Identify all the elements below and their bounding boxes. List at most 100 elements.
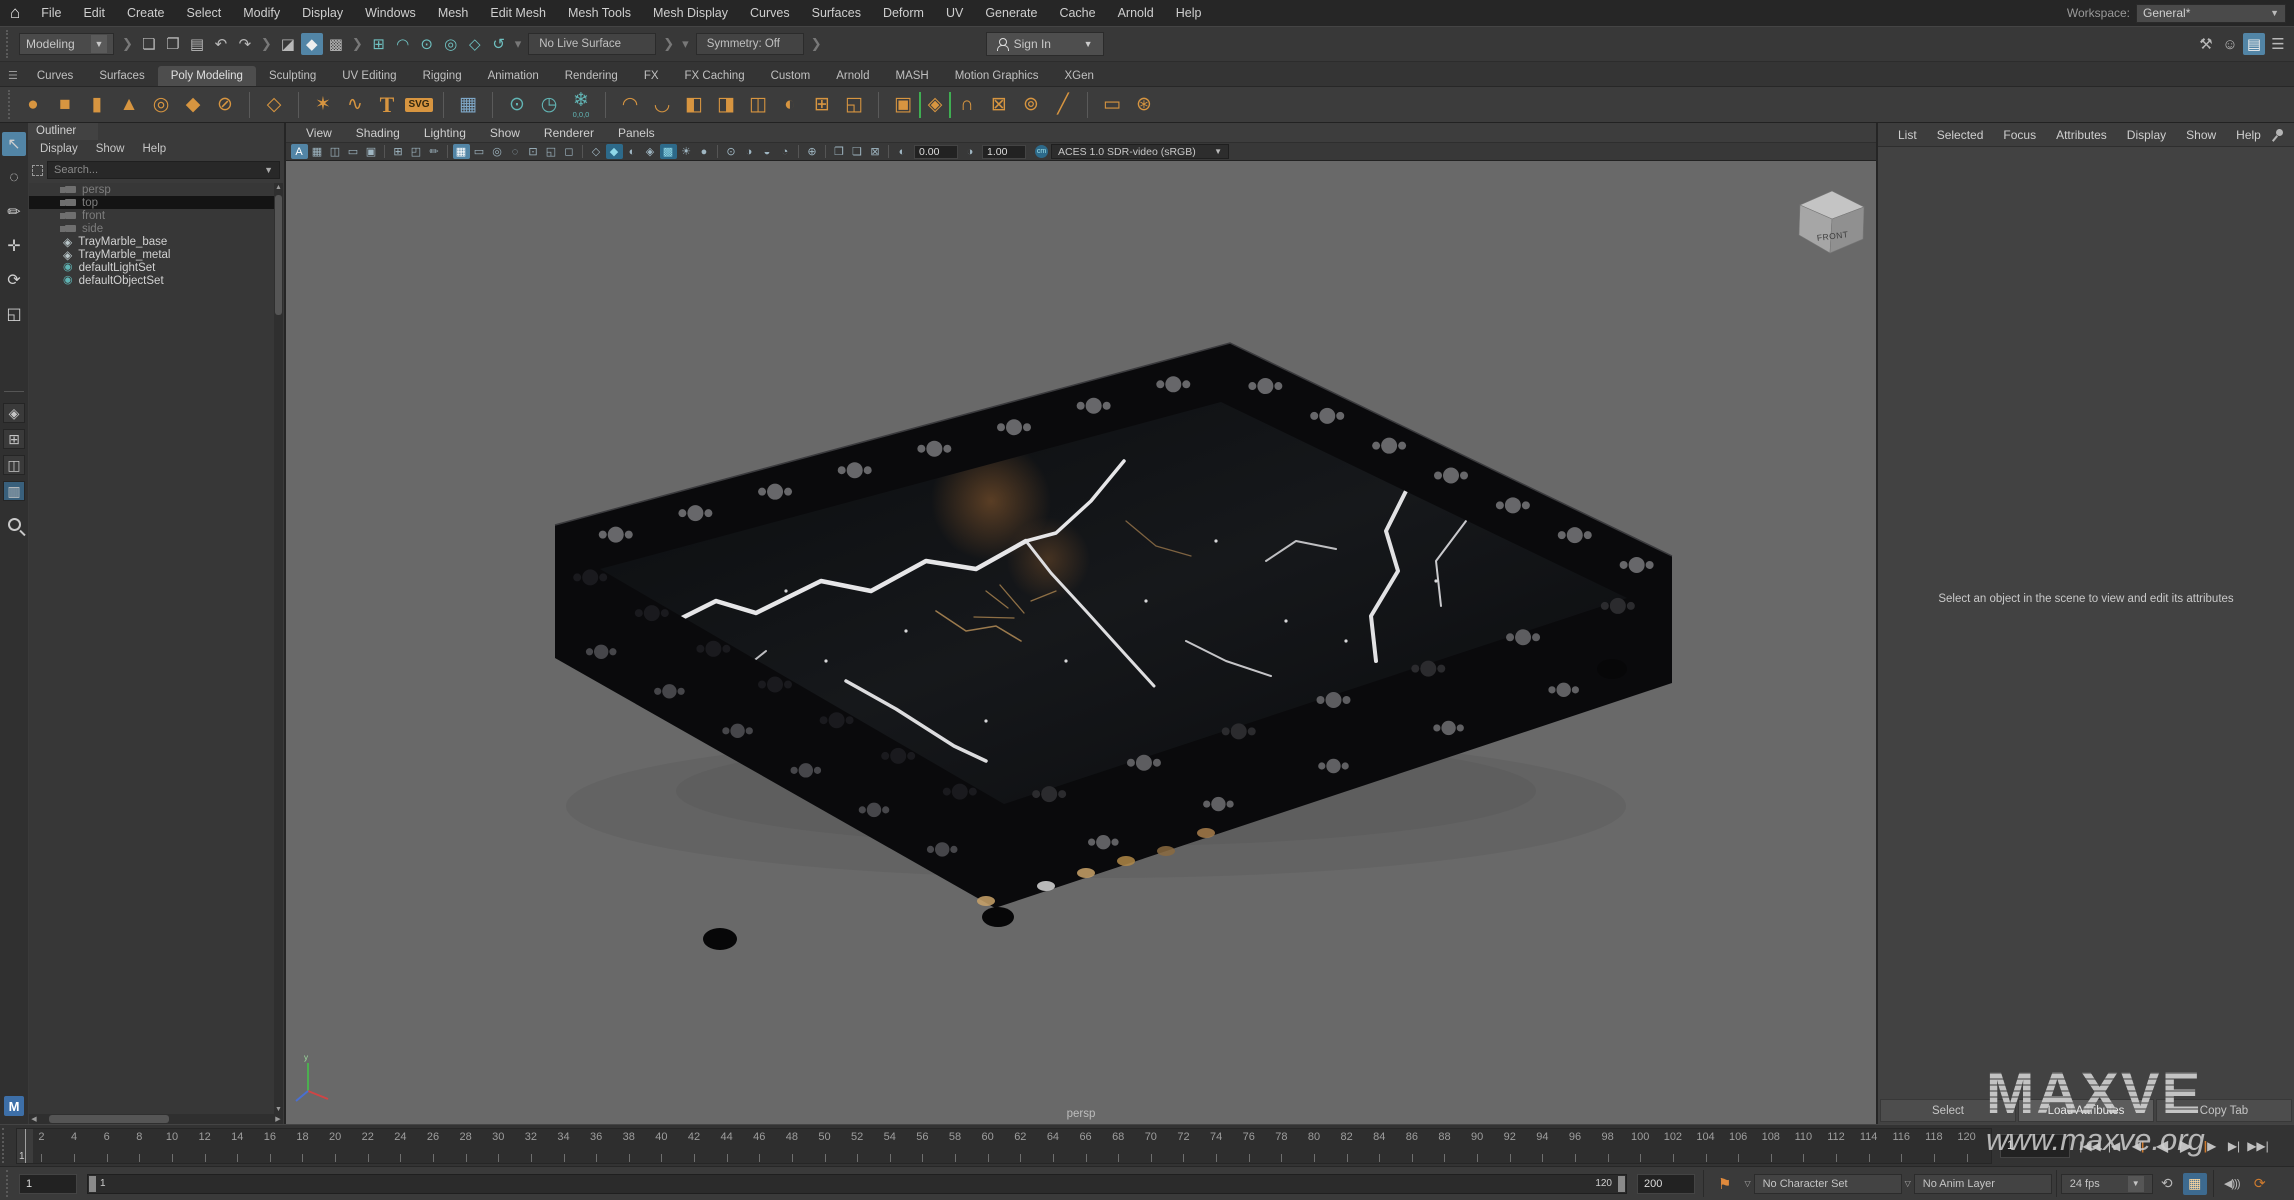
- select-hierarchy-icon[interactable]: ◪: [277, 33, 299, 55]
- select-tool-icon[interactable]: ↖: [2, 132, 26, 156]
- select-camera-icon[interactable]: A: [291, 144, 308, 159]
- super-shape-icon[interactable]: ✶: [307, 90, 339, 120]
- step-forward-frame-button[interactable]: ▶|: [2222, 1133, 2246, 1159]
- sound-icon[interactable]: ◀))): [2220, 1173, 2244, 1195]
- image-plane-icon[interactable]: ▣: [363, 144, 380, 159]
- 2d-pan-zoom-icon[interactable]: ⊞: [390, 144, 407, 159]
- menu-set-select[interactable]: Modeling ▼: [19, 33, 114, 55]
- open-scene-icon[interactable]: ❐: [162, 33, 184, 55]
- animation-end-input[interactable]: 200: [1637, 1174, 1695, 1194]
- range-slider[interactable]: 1 120: [87, 1174, 1627, 1194]
- ae-menu-help[interactable]: Help: [2226, 128, 2271, 142]
- menu-cache[interactable]: Cache: [1048, 6, 1106, 20]
- grip-handle[interactable]: [6, 1170, 13, 1197]
- svg-tool-icon[interactable]: SVG: [403, 90, 435, 120]
- symmetry-field[interactable]: Symmetry: Off: [696, 33, 804, 55]
- menu-windows[interactable]: Windows: [354, 6, 427, 20]
- poly-cube-icon[interactable]: ■: [49, 90, 81, 120]
- outliner-menu-display[interactable]: Display: [32, 142, 86, 156]
- fps-select[interactable]: 24 fps ▼: [2061, 1174, 2153, 1194]
- camera-attributes-icon[interactable]: ◫: [327, 144, 344, 159]
- mirror-icon[interactable]: ◨: [710, 90, 742, 120]
- outliner-horizontal-scrollbar[interactable]: ◀ ▶: [29, 1114, 283, 1124]
- select-object-icon[interactable]: ◆: [301, 33, 323, 55]
- sequence-icon[interactable]: ❐: [831, 144, 848, 159]
- reset-transform-icon[interactable]: ◷: [533, 90, 565, 120]
- poly-sphere-icon[interactable]: ●: [17, 90, 49, 120]
- extrude-icon[interactable]: ▣: [887, 90, 919, 120]
- poly-plane-icon[interactable]: ◆: [177, 90, 209, 120]
- scrollbar-thumb[interactable]: [275, 195, 282, 315]
- menu-create[interactable]: Create: [116, 6, 176, 20]
- smooth-icon[interactable]: ⊞: [806, 90, 838, 120]
- shadows-icon[interactable]: ●: [696, 144, 713, 159]
- chevron-down-icon[interactable]: ▽: [1744, 1179, 1750, 1188]
- grip-handle[interactable]: [2, 1128, 9, 1163]
- film-gate-icon[interactable]: ▭: [471, 144, 488, 159]
- layout-two-pane[interactable]: ◫: [3, 455, 25, 475]
- move-tool-icon[interactable]: ✛: [2, 234, 26, 258]
- search-input[interactable]: Search... ▼: [47, 161, 280, 179]
- sign-in-button[interactable]: Sign In ▼: [986, 32, 1104, 56]
- snap-point-icon[interactable]: ⊙: [416, 33, 438, 55]
- bookmark-icon[interactable]: ▭: [345, 144, 362, 159]
- freeze-transform-icon[interactable]: ❄0,0,0: [565, 90, 597, 120]
- loop-playback-icon[interactable]: ⟲: [2155, 1173, 2179, 1195]
- render-view-icon[interactable]: ⊠: [867, 144, 884, 159]
- viewport-panel[interactable]: ViewShadingLightingShowRendererPanels A▦…: [286, 123, 1878, 1124]
- layout-outliner-persp[interactable]: ▥: [3, 481, 25, 501]
- outliner-vertical-scrollbar[interactable]: ▲ ▼: [274, 183, 283, 1114]
- filter-icon[interactable]: [32, 165, 43, 176]
- step-back-frame-button[interactable]: |◀: [2102, 1133, 2126, 1159]
- timeline-ruler[interactable]: 1 24681012141618202224262830323436384042…: [16, 1128, 1992, 1164]
- viewport-menu-renderer[interactable]: Renderer: [532, 126, 606, 140]
- gate-mask-icon[interactable]: ◌: [507, 144, 524, 159]
- clip-icon[interactable]: ❏: [849, 144, 866, 159]
- go-to-end-button[interactable]: ▶▶|: [2246, 1133, 2270, 1159]
- viewport-menu-show[interactable]: Show: [478, 126, 532, 140]
- lock-camera-icon[interactable]: ▦: [309, 144, 326, 159]
- select-button[interactable]: Select: [1880, 1099, 2016, 1122]
- view-transform-select[interactable]: ACES 1.0 SDR-video (sRGB) ▼: [1051, 144, 1229, 159]
- exposure-icon[interactable]: ◐: [894, 144, 911, 159]
- ae-menu-focus[interactable]: Focus: [1993, 128, 2046, 142]
- viewport-menu-panels[interactable]: Panels: [606, 126, 667, 140]
- snap-curve-icon[interactable]: ◠: [392, 33, 414, 55]
- outliner-item-persp[interactable]: persp: [29, 183, 283, 196]
- outliner-item-front[interactable]: front: [29, 209, 283, 222]
- snapshot-icon[interactable]: ⊕: [804, 144, 821, 159]
- scroll-left-icon[interactable]: ◀: [29, 1115, 39, 1123]
- snap-projected-center-icon[interactable]: ◎: [440, 33, 462, 55]
- separate-icon[interactable]: ◐: [774, 90, 806, 120]
- auto-keyframe-icon[interactable]: ⟳: [2248, 1173, 2272, 1195]
- menu-generate[interactable]: Generate: [974, 6, 1048, 20]
- character-controls-icon[interactable]: ☺: [2219, 33, 2241, 55]
- menu-help[interactable]: Help: [1165, 6, 1213, 20]
- shelf-tab-rendering[interactable]: Rendering: [552, 66, 631, 86]
- attribute-editor-toggle-icon[interactable]: ▤: [2243, 33, 2265, 55]
- menu-modify[interactable]: Modify: [232, 6, 291, 20]
- bridge-icon[interactable]: ∩: [951, 90, 983, 120]
- center-pivot-icon[interactable]: ⊙: [501, 90, 533, 120]
- outliner-menu-show[interactable]: Show: [88, 142, 133, 156]
- sculpt-icon[interactable]: ▭: [1096, 90, 1128, 120]
- poly-torus-icon[interactable]: ◎: [145, 90, 177, 120]
- combine-icon[interactable]: ◫: [742, 90, 774, 120]
- range-end-handle[interactable]: [1618, 1176, 1625, 1192]
- viewport-canvas[interactable]: FRONT y persp: [286, 161, 1876, 1124]
- use-default-material-icon[interactable]: ▩: [660, 144, 677, 159]
- lighting-icon[interactable]: ☀: [678, 144, 695, 159]
- gamma-field[interactable]: 1.00: [982, 145, 1026, 159]
- oversan-icon[interactable]: ◰: [408, 144, 425, 159]
- playblast-icon[interactable]: ▦: [2183, 1173, 2207, 1195]
- animation-start-input[interactable]: 1: [19, 1174, 77, 1194]
- shelf-tab-fx[interactable]: FX: [631, 66, 672, 86]
- shelf-tab-surfaces[interactable]: Surfaces: [86, 66, 157, 86]
- poly-cylinder-icon[interactable]: ▮: [81, 90, 113, 120]
- shelf-tab-poly-modeling[interactable]: Poly Modeling: [158, 66, 256, 86]
- wireframe-icon[interactable]: ◇: [588, 144, 605, 159]
- curve-fit-icon[interactable]: ◡: [646, 90, 678, 120]
- outliner-item-TrayMarble_base[interactable]: ◈TrayMarble_base: [29, 235, 283, 248]
- shelf-tab-mash[interactable]: MASH: [882, 66, 941, 86]
- outliner-item-defaultObjectSet[interactable]: ◉defaultObjectSet: [29, 274, 283, 287]
